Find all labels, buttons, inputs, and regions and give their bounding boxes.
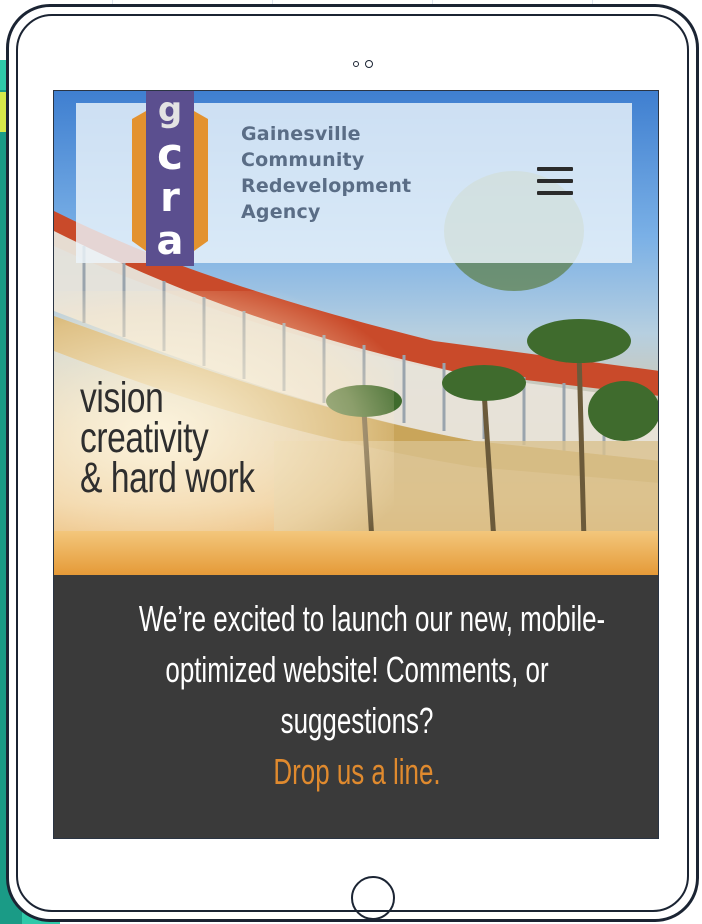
agency-name-line: Redevelopment [241, 175, 412, 197]
hamburger-menu-icon[interactable] [537, 167, 573, 199]
agency-name: Gainesville Community Redevelopment Agen… [241, 121, 411, 225]
svg-text:a: a [157, 218, 184, 264]
announcement-line: We’re excited to launch our new, mobile- [138, 598, 606, 639]
hero-tagline: vision creativity & hard work [80, 374, 255, 502]
camera-sensor-icon [353, 61, 359, 67]
tablet-camera [353, 60, 373, 68]
svg-text:c: c [157, 129, 183, 180]
contact-link[interactable]: Drop us a line. [139, 746, 575, 797]
announcement-line: suggestions? [280, 700, 434, 741]
svg-text:g: g [158, 91, 182, 130]
agency-name-line: Agency [241, 201, 321, 223]
gcra-logo[interactable]: g c r a [132, 91, 208, 266]
tablet-screen: g c r a Gainesville Community Redevelopm… [53, 90, 659, 839]
hero-banner: g c r a Gainesville Community Redevelopm… [54, 91, 658, 575]
tagline-line: & hard work [80, 454, 255, 502]
camera-lens-icon [365, 60, 373, 68]
agency-name-line: Gainesville [241, 123, 361, 145]
announcement-section: We’re excited to launch our new, mobile-… [54, 575, 658, 838]
announcement-text: We’re excited to launch our new, mobile-… [138, 593, 606, 797]
announcement-line: optimized website! Comments, or [165, 649, 549, 690]
agency-name-line: Community [241, 149, 365, 171]
tagline-line: vision [80, 374, 164, 422]
home-button[interactable] [351, 876, 395, 920]
tagline-line: creativity [80, 414, 209, 462]
svg-text:r: r [160, 175, 180, 221]
hero-orange-stripe [54, 531, 658, 575]
